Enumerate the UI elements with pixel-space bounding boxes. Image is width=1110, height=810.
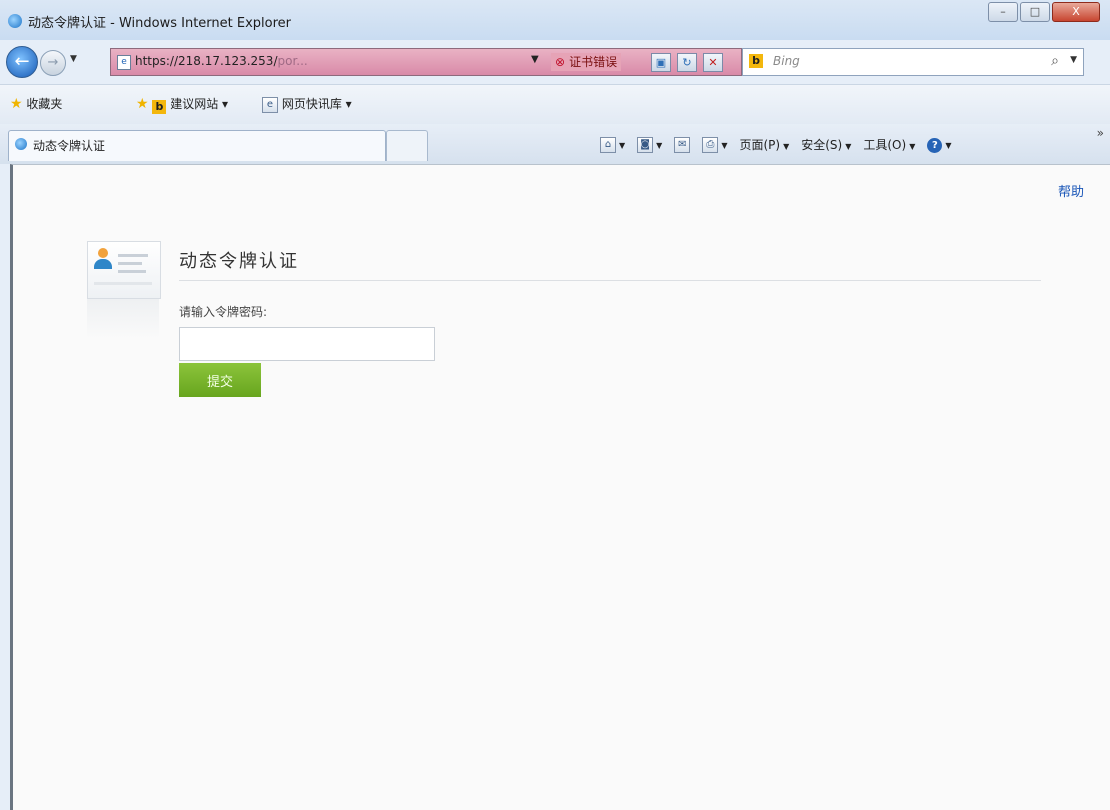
add-favorite-icon: ★ [136, 96, 149, 112]
web-slice-label: 网页快讯库 ▾ [281, 97, 352, 111]
search-box[interactable]: b Bing ⌕ ▼ [742, 48, 1084, 76]
title-divider [179, 280, 1041, 281]
icon-reflection [87, 299, 159, 339]
window-controls: – □ X [986, 2, 1100, 22]
back-button[interactable]: ← [6, 46, 38, 78]
page-menu[interactable]: 页面(P) ▼ [739, 136, 789, 153]
favorites-bar: ★ 收藏夹 ★ b 建议网站 ▾ e 网页快讯库 ▾ [0, 84, 1110, 125]
close-button[interactable]: X [1052, 2, 1100, 22]
cert-error-icon: ⊗ [555, 55, 566, 69]
refresh-icon[interactable]: ↻ [677, 53, 697, 72]
tab-label: 动态令牌认证 [33, 139, 106, 153]
search-dropdown-icon[interactable]: ▼ [1070, 55, 1077, 65]
suggested-sites-label: 建议网站 ▾ [170, 97, 229, 111]
minimize-button[interactable]: – [988, 2, 1018, 22]
home-button[interactable]: ⌂ ▼ [600, 136, 625, 153]
cert-error-label: 证书错误 [569, 55, 618, 69]
submit-button[interactable]: 提交 [179, 363, 261, 397]
feeds-icon: ◙ [637, 136, 654, 153]
tab-active[interactable]: 动态令牌认证 [8, 130, 386, 161]
command-bar: ⌂ ▼ ◙ ▼ ✉ ⎙ ▼ 页面(P) ▼ 安全(S) ▼ 工具(O) ▼ ? ▼ [600, 136, 964, 153]
help-link[interactable]: 帮助 [1058, 181, 1084, 200]
person-icon [94, 248, 112, 270]
address-toolbar: ← → ▼ e https://218.17.123.253/por... ▼ … [0, 40, 1110, 84]
read-mail-button[interactable]: ✉ [674, 136, 691, 153]
certificate-error-button[interactable]: ⊗ 证书错误 [551, 53, 622, 71]
url-path: por... [277, 54, 308, 68]
help-menu[interactable]: ? ▼ [927, 137, 952, 153]
home-icon: ⌂ [600, 136, 616, 153]
ie-logo-icon [8, 14, 22, 28]
url-host: https://218.17.123.253/ [135, 54, 278, 68]
print-button[interactable]: ⎙ ▼ [702, 136, 727, 153]
search-icon[interactable]: ⌕ [1051, 53, 1059, 69]
page-title: 动态令牌认证 [179, 251, 299, 272]
tools-menu-label: 工具(O) [863, 138, 907, 152]
favorites-star-icon: ★ [10, 96, 23, 112]
print-icon: ⎙ [702, 136, 719, 153]
safety-menu-label: 安全(S) [801, 138, 843, 152]
ie-page-icon [15, 138, 27, 150]
tab-bar: 动态令牌认证 ⌂ ▼ ◙ ▼ ✉ ⎙ ▼ 页面(P) ▼ 安全(S) ▼ 工具(O) ▼ ?… [0, 124, 1110, 164]
bing-icon: b [152, 100, 167, 114]
token-password-input[interactable] [179, 327, 435, 361]
safety-menu[interactable]: 安全(S) ▼ [801, 136, 851, 153]
search-placeholder: Bing [773, 54, 800, 68]
help-icon: ? [927, 137, 943, 153]
password-label: 请输入令牌密码: [179, 305, 268, 319]
user-card-icon [87, 241, 161, 299]
address-bar[interactable]: e https://218.17.123.253/por... ▼ ⊗ 证书错误 … [110, 48, 742, 76]
favorites-label: 收藏夹 [26, 97, 63, 111]
bing-icon: b [749, 54, 763, 68]
web-slice-icon: e [262, 96, 278, 113]
title-bar: 动态令牌认证 - Windows Internet Explorer – □ X [0, 0, 1110, 40]
browser-window: 动态令牌认证 - Windows Internet Explorer – □ X… [0, 0, 1110, 810]
feeds-button[interactable]: ◙ ▼ [637, 136, 662, 153]
mail-icon: ✉ [674, 136, 691, 153]
window-title: 动态令牌认证 - Windows Internet Explorer [28, 16, 291, 31]
address-dropdown-icon[interactable]: ▼ [531, 54, 539, 65]
maximize-button[interactable]: □ [1020, 2, 1050, 22]
more-commands-icon[interactable]: » [1097, 126, 1104, 140]
compatibility-view-icon[interactable]: ▣ [651, 53, 671, 72]
new-tab-button[interactable] [386, 130, 428, 161]
tools-menu[interactable]: 工具(O) ▼ [863, 136, 915, 153]
history-dropdown-icon[interactable]: ▼ [70, 54, 77, 64]
favorites-button[interactable]: ★ 收藏夹 [10, 95, 62, 112]
address-url[interactable]: https://218.17.123.253/por... [135, 54, 308, 68]
suggested-sites-link[interactable]: ★ b 建议网站 ▾ [136, 95, 229, 114]
page-menu-label: 页面(P) [739, 138, 781, 152]
forward-button[interactable]: → [40, 50, 66, 76]
page-icon: e [117, 55, 131, 70]
stop-icon[interactable]: ✕ [703, 53, 723, 72]
page-content: 帮助 动态令牌认证 请输入令牌密码: 提交 [10, 164, 1110, 810]
web-slice-gallery-link[interactable]: e 网页快讯库 ▾ [262, 95, 352, 113]
